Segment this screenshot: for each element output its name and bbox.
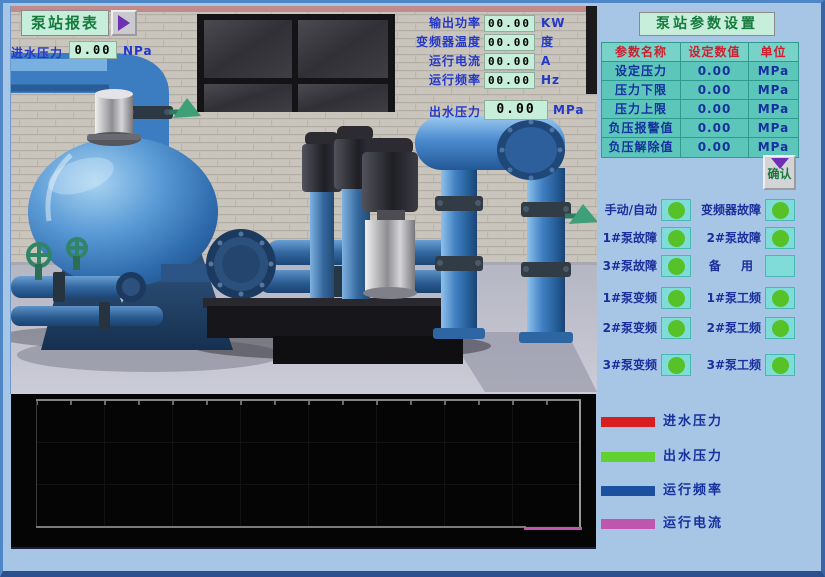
inlet-pressure-value: 0.00 [69,41,117,59]
indicator-lamp [772,320,789,337]
vfd-temp-value: 00.00 [484,34,535,51]
param-unit: MPa [749,62,798,81]
col-param-name: 参数名称 [602,43,681,62]
param-name: 负压报警值 [602,119,681,138]
status-label-pump1-fault: 1#泵故障 [577,227,657,249]
indicator-lamp [668,202,685,219]
param-value[interactable]: 0.00 [681,119,749,138]
confirm-button[interactable]: 确认 [763,155,796,190]
inlet-pressure-unit: NPa [123,44,153,58]
trend-chart [11,394,596,549]
chart-right-axis [579,400,581,529]
chart-left-axis [36,401,37,527]
param-unit: MPa [749,119,798,138]
status-label-pump2-mains: 2#泵工频 [685,317,761,339]
param-unit: MPa [749,100,798,119]
trend-chart-plot-area [36,401,581,527]
status-label-pump2-fault: 2#泵故障 [685,227,761,249]
report-button-label: 泵站报表 [21,10,109,36]
param-name: 压力下限 [602,81,681,100]
outlet-pressure-unit: MPa [553,103,585,117]
status-label-pump1-mains: 1#泵工频 [685,287,761,309]
pump-station-hmi-screen: 泵站报表 进水压力 0.00 NPa 输出功率 00.00 KW 变频器温度 0… [0,0,825,577]
legend-swatch-run-current [601,519,655,529]
indicator-lamp [668,320,685,337]
confirm-button-label: 确认 [767,165,791,182]
status-lamp-pump2-mains [765,317,795,339]
status-lamp-pump3-mains [765,354,795,376]
indicator-lamp [668,230,685,247]
vfd-temp-unit: 度 [541,34,554,51]
legend-swatch-inlet-pressure [601,417,655,427]
settings-table: 参数名称 设定数值 单位 设定压力 0.00 MPa 压力下限 0.00 MPa… [601,42,799,158]
status-label-pump2-vfd: 2#泵变频 [577,317,657,339]
status-label-pump3-fault: 3#泵故障 [577,255,657,277]
indicator-lamp [668,290,685,307]
indicator-lamp [668,258,685,275]
param-name: 负压解除值 [602,138,681,157]
run-frequency-label: 运行频率 [401,72,481,89]
settings-table-header: 参数名称 设定数值 单位 [602,43,798,62]
outlet-pressure-label: 出水压力 [401,103,481,120]
param-name: 设定压力 [602,62,681,81]
status-label-vfd-fault: 变频器故障 [685,199,761,221]
param-name: 压力上限 [602,100,681,119]
status-label-pump3-mains: 3#泵工频 [685,354,761,376]
param-value[interactable]: 0.00 [681,81,749,100]
table-row: 压力上限 0.00 MPa [602,100,798,119]
status-lamp-pump1-mains [765,287,795,309]
indicator-lamp [772,230,789,247]
legend-label-run-frequency: 运行频率 [663,482,723,500]
run-frequency-unit: Hz [541,72,560,89]
inlet-pressure-label: 进水压力 [11,44,63,61]
run-frequency-value: 00.00 [484,72,535,89]
play-icon [111,10,137,36]
vfd-temp-label: 变频器温度 [401,34,481,51]
status-label-pump3-vfd: 3#泵变频 [577,354,657,376]
run-current-unit: A [541,53,551,70]
report-button[interactable]: 泵站报表 [21,10,137,36]
settings-panel-title: 泵站参数设置 [639,12,775,36]
output-power-value: 00.00 [484,15,535,32]
param-value[interactable]: 0.00 [681,138,749,157]
run-current-trace [524,527,582,530]
legend-label-inlet-pressure: 进水压力 [663,413,723,431]
output-power-unit: KW [541,15,566,32]
status-lamp-pump2-fault [765,227,795,249]
run-current-value: 00.00 [484,53,535,70]
indicator-lamp [668,357,685,374]
status-lamp-vfd-fault [765,199,795,221]
outlet-pressure-value: 0.00 [484,100,548,120]
col-unit: 单位 [749,43,798,62]
indicator-lamp [772,357,789,374]
table-row: 负压报警值 0.00 MPa [602,119,798,138]
table-row: 设定压力 0.00 MPa [602,62,798,81]
col-set-value: 设定数值 [681,43,749,62]
output-power-label: 输出功率 [401,15,481,32]
legend-label-run-current: 运行电流 [663,515,723,533]
legend-swatch-outlet-pressure [601,452,655,462]
status-label-spare: 备 用 [685,255,761,277]
status-lamp-spare [765,255,795,277]
param-value[interactable]: 0.00 [681,100,749,119]
status-label-pump1-vfd: 1#泵变频 [577,287,657,309]
param-value[interactable]: 0.00 [681,62,749,81]
chart-axis-ticks [36,401,581,405]
status-label-auto-manual: 手动/自动 [577,199,657,221]
indicator-lamp [772,202,789,219]
legend-label-outlet-pressure: 出水压力 [663,448,723,466]
chart-bottom-axis [36,526,526,528]
run-current-label: 运行电流 [401,53,481,70]
param-unit: MPa [749,81,798,100]
indicator-lamp [772,290,789,307]
legend-swatch-run-frequency [601,486,655,496]
table-row: 压力下限 0.00 MPa [602,81,798,100]
